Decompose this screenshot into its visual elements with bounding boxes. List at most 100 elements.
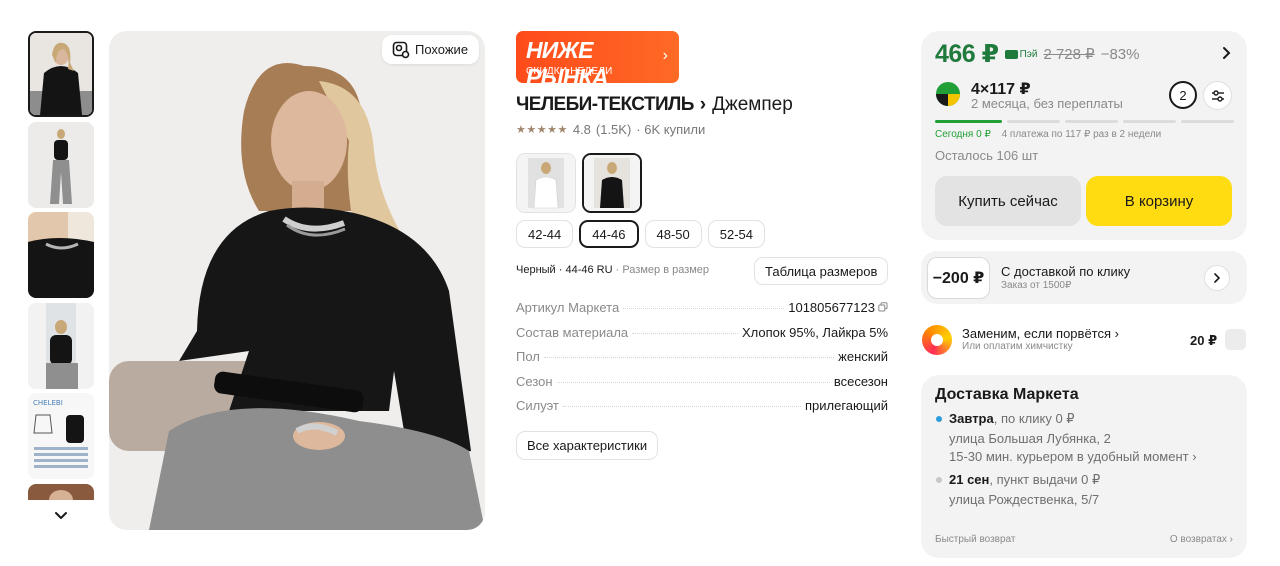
chevron-right-icon bbox=[1214, 273, 1221, 283]
insurance-logo-icon bbox=[922, 325, 952, 355]
spec-row: Состав материала Хлопок 95%, Лайкра 5% bbox=[516, 325, 888, 350]
spec-leader bbox=[632, 332, 738, 334]
variant-info: Черный · 44-46 RU · Размер в размер bbox=[516, 264, 709, 276]
discount-percent: −83% bbox=[1100, 45, 1140, 63]
plan-today: Сегодня 0 ₽ bbox=[935, 129, 991, 140]
copy-icon[interactable] bbox=[878, 302, 888, 312]
payment-plan: Сегодня 0 ₽ 4 платежа по 117 ₽ раз в 2 н… bbox=[935, 129, 1161, 140]
brand-link[interactable]: ЧЕЛЕБИ-ТЕКСТИЛЬ bbox=[516, 94, 694, 116]
card-icon bbox=[1004, 49, 1018, 59]
svg-text:CHELEBI: CHELEBI bbox=[33, 399, 63, 407]
split-settings-button[interactable] bbox=[1203, 81, 1232, 110]
thumbnail[interactable] bbox=[28, 121, 94, 208]
delivery-promo-arrow[interactable] bbox=[1204, 265, 1230, 291]
similar-icon bbox=[392, 41, 410, 58]
thumbnail[interactable] bbox=[28, 483, 94, 500]
spec-row: Пол женский bbox=[516, 349, 888, 374]
similar-button[interactable]: Похожие bbox=[382, 35, 480, 64]
shipping-option-tomorrow[interactable]: Завтра, по клику 0 ₽ bbox=[949, 411, 1075, 427]
option-dot-icon bbox=[936, 477, 942, 483]
product-main-image[interactable] bbox=[109, 31, 485, 530]
chevron-right-icon[interactable] bbox=[1221, 46, 1233, 60]
progress-segment bbox=[1065, 120, 1118, 123]
spec-row: Силуэт прилегающий bbox=[516, 398, 888, 423]
insurance-price: 20 ₽ bbox=[1190, 333, 1218, 348]
promo-subtitle: СКИДКИ НЕДЕЛИ bbox=[526, 66, 613, 77]
chevron-right-icon: › bbox=[699, 94, 707, 115]
old-price: 2 728 ₽ bbox=[1043, 46, 1095, 63]
variant-selection: Черный · 44-46 RU bbox=[516, 264, 613, 276]
promo-title: НИЖЕ РЫНКА bbox=[526, 37, 609, 90]
size-option-selected[interactable]: 44-46 bbox=[579, 220, 639, 248]
shipping-card: Доставка Маркета Завтра, по клику 0 ₽ ул… bbox=[921, 375, 1247, 558]
color-variants bbox=[516, 153, 642, 213]
delivery-promo[interactable]: −200 ₽ С доставкой по клику Заказ от 150… bbox=[921, 251, 1247, 304]
thumbnail-list: CHELEBI bbox=[28, 31, 94, 519]
split-subtitle: 2 месяца, без переплаты bbox=[971, 96, 1123, 111]
size-option[interactable]: 52-54 bbox=[707, 220, 765, 248]
plan-rest: 4 платежа по 117 ₽ раз в 2 недели bbox=[1001, 129, 1162, 140]
delivery-promo-title: С доставкой по клику bbox=[1001, 264, 1131, 279]
insurance-checkbox[interactable] bbox=[1225, 329, 1246, 350]
spec-value: всесезон bbox=[833, 373, 888, 389]
chevron-right-icon: › bbox=[662, 47, 668, 64]
promo-banner[interactable]: НИЖЕ РЫНКА СКИДКИ НЕДЕЛИ › bbox=[516, 31, 679, 90]
shipping-day: 21 сен bbox=[949, 472, 990, 487]
thumbnail[interactable]: CHELEBI bbox=[28, 393, 94, 479]
returns-link[interactable]: О возвратах › bbox=[1170, 534, 1233, 545]
buy-now-button[interactable]: Купить сейчас bbox=[935, 176, 1081, 226]
spec-value: 101805677123 bbox=[788, 300, 875, 315]
shipping-day: Завтра bbox=[949, 411, 994, 426]
sliders-icon bbox=[1211, 89, 1224, 102]
size-table-button[interactable]: Таблица размеров bbox=[754, 257, 889, 285]
delivery-discount-badge: −200 ₽ bbox=[927, 257, 990, 299]
all-specs-button[interactable]: Все характеристики bbox=[516, 431, 659, 460]
color-variant-black[interactable] bbox=[582, 153, 642, 213]
spec-key: Силуэт bbox=[516, 398, 559, 413]
thumbnail[interactable] bbox=[28, 302, 94, 389]
shipping-detail: , по клику 0 ₽ bbox=[993, 411, 1075, 426]
color-variant-white[interactable] bbox=[516, 153, 576, 213]
shipping-title: Доставка Маркета bbox=[935, 386, 1079, 403]
current-price: 466 ₽ bbox=[935, 40, 999, 68]
progress-segment bbox=[935, 120, 1002, 123]
spec-value: Хлопок 95%, Лайкра 5% bbox=[741, 324, 888, 340]
size-selector: 42-44 44-46 48-50 52-54 bbox=[516, 220, 765, 248]
size-option[interactable]: 48-50 bbox=[644, 220, 702, 248]
shipping-option-pickup[interactable]: 21 сен, пункт выдачи 0 ₽ bbox=[949, 472, 1100, 488]
spec-key: Состав материала bbox=[516, 324, 629, 340]
insurance-subtitle: Или оплатим химчистку bbox=[962, 341, 1073, 352]
spec-key: Артикул Маркета bbox=[516, 300, 620, 315]
chevron-down-icon[interactable] bbox=[50, 509, 72, 523]
spec-key: Сезон bbox=[516, 373, 553, 389]
progress-segment bbox=[1007, 120, 1060, 123]
thumbnail[interactable] bbox=[28, 31, 94, 117]
progress-segment bbox=[1181, 120, 1234, 123]
size-option[interactable]: 42-44 bbox=[516, 220, 574, 248]
insurance-title[interactable]: Заменим, если порвётся › bbox=[962, 326, 1119, 341]
price-row[interactable]: 466 ₽ Пэй 2 728 ₽ −83% bbox=[935, 39, 1140, 69]
thumbnail[interactable] bbox=[28, 212, 94, 298]
spec-leader bbox=[623, 308, 785, 309]
spec-key: Пол bbox=[516, 349, 540, 364]
rating-value: 4.8 bbox=[572, 122, 591, 137]
shipping-address: улица Рождественка, 5/7 bbox=[949, 492, 1100, 507]
buy-card: 466 ₽ Пэй 2 728 ₽ −83% 4×117 ₽ 2 месяца,… bbox=[921, 31, 1247, 240]
product-name: Джемпер bbox=[712, 94, 793, 115]
spec-list: Артикул Маркета 101805677123 Состав мате… bbox=[516, 300, 888, 423]
fast-return-label: Быстрый возврат bbox=[935, 534, 1016, 545]
shipping-address: улица Большая Лубянка, 2 bbox=[949, 431, 1111, 446]
stars-icon: ★★★★★ bbox=[516, 124, 568, 136]
split-logo-icon bbox=[936, 82, 960, 106]
spec-row: Сезон всесезон bbox=[516, 374, 888, 399]
add-to-cart-button[interactable]: В корзину bbox=[1086, 176, 1232, 226]
sold-count: · 6K купили bbox=[636, 122, 706, 137]
stock-left: Осталось 106 шт bbox=[935, 148, 1039, 163]
variant-fit: · Размер в размер bbox=[615, 264, 710, 276]
split-months-toggle[interactable]: 2 bbox=[1169, 81, 1197, 109]
pay-badge: Пэй bbox=[1004, 49, 1037, 60]
shipping-note[interactable]: 15-30 мин. курьером в удобный момент › bbox=[949, 449, 1197, 464]
delivery-promo-subtitle: Заказ от 1500₽ bbox=[1001, 280, 1072, 291]
spec-leader bbox=[556, 381, 830, 383]
rating-row[interactable]: ★★★★★ 4.8 (1.5K) · 6K купили bbox=[516, 122, 705, 137]
